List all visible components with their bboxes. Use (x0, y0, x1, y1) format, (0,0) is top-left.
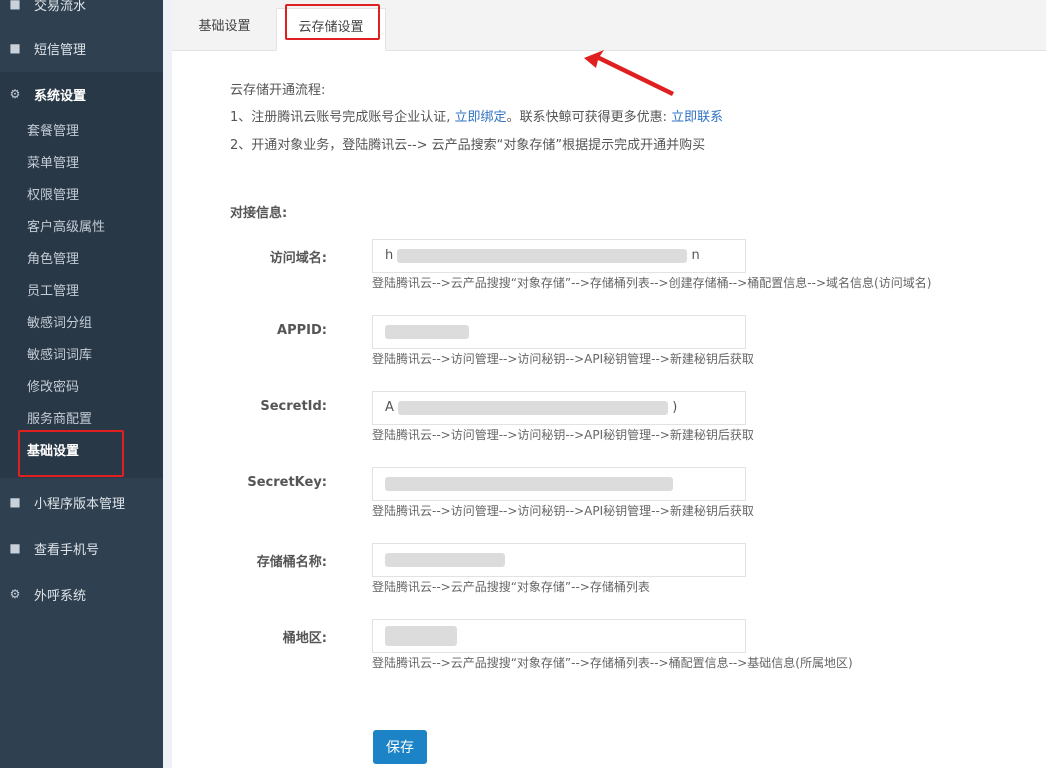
submenu-item-sensitive-words[interactable]: 敏感词词库 (27, 345, 92, 367)
sidebar-item-miniprogram-versions[interactable]: ■ 小程序版本管理 (0, 480, 163, 524)
submenu-item-packages[interactable]: 套餐管理 (27, 121, 79, 143)
field-label-appid: APPID: (277, 323, 327, 338)
submenu-system-settings: 套餐管理 菜单管理 权限管理 客户高级属性 角色管理 员工管理 敏感词分组 敏感… (0, 116, 163, 478)
field-label-secretid: SecretId: (260, 399, 327, 414)
field-hint-secretid: 登陆腾讯云-->访问管理-->访问秘钥-->API秘钥管理-->新建秘钥后获取 (372, 428, 754, 442)
intro-step-1: 1、注册腾讯云账号完成账号企业认证, 立即绑定。联系快鲸可获得更多优惠: 立即联… (230, 110, 724, 125)
annotation-arrow-icon (584, 50, 674, 96)
secretkey-input[interactable] (372, 467, 746, 501)
gear-icon: ⚙ (9, 87, 21, 101)
sidebar-item-outbound-call[interactable]: ⚙ 外呼系统 (0, 572, 163, 616)
sidebar-item-transactions[interactable]: ■ 交易流水 (0, 0, 163, 26)
section-title: 对接信息: (230, 206, 288, 221)
field-label-bucket-name: 存储桶名称: (256, 555, 327, 570)
book-icon: ■ (9, 541, 21, 555)
highlight-box-basic-settings (18, 430, 124, 477)
appid-input[interactable] (372, 315, 746, 349)
domain-input[interactable]: h n (372, 239, 746, 273)
submenu-item-menus[interactable]: 菜单管理 (27, 153, 79, 175)
field-label-secretkey: SecretKey: (247, 475, 327, 490)
intro-title: 云存储开通流程: (230, 83, 326, 98)
main-content: 基础设置 云存储设置 云存储开通流程: 1、注册腾讯云账号完成账号企业认证, 立… (172, 0, 1046, 768)
field-hint-bucket-name: 登陆腾讯云-->云产品搜搜“对象存储”-->存储桶列表 (372, 580, 650, 594)
field-hint-bucket-region: 登陆腾讯云-->云产品搜搜“对象存储”-->存储桶列表-->桶配置信息-->基础… (372, 656, 853, 670)
tab-basic-settings[interactable]: 基础设置 (182, 8, 267, 51)
intro-step-2: 2、开通对象业务，登陆腾讯云--> 云产品搜索“对象存储”根据提示完成开通并购买 (230, 138, 706, 153)
sidebar-item-label: 查看手机号 (34, 542, 100, 558)
sidebar-item-label: 外呼系统 (34, 588, 87, 604)
gear-icon: ⚙ (9, 587, 21, 601)
sidebar: ■ 交易流水 ■ 短信管理 ⚙ 系统设置 套餐管理 菜单管理 权限管理 客户高级… (0, 0, 163, 768)
book-icon: ■ (9, 495, 21, 509)
sidebar-item-label: 交易流水 (34, 0, 87, 14)
secretid-input[interactable]: A ) (372, 391, 746, 425)
sidebar-item-label: 小程序版本管理 (34, 496, 126, 512)
highlight-box-cloud-storage-tab (285, 4, 380, 40)
field-label-bucket-region: 桶地区: (282, 631, 327, 646)
book-icon: ■ (9, 41, 21, 55)
submenu-item-staff[interactable]: 员工管理 (27, 281, 79, 303)
bucket-name-input[interactable] (372, 543, 746, 577)
field-hint-appid: 登陆腾讯云-->访问管理-->访问秘钥-->API秘钥管理-->新建秘钥后获取 (372, 352, 754, 366)
submenu-item-provider-config[interactable]: 服务商配置 (27, 409, 92, 431)
submenu-item-change-password[interactable]: 修改密码 (27, 377, 79, 399)
sidebar-item-system-settings[interactable]: ⚙ 系统设置 (0, 72, 163, 116)
contact-now-link[interactable]: 立即联系 (671, 110, 723, 125)
field-hint-domain: 登陆腾讯云-->云产品搜搜“对象存储”-->存储桶列表-->创建存储桶-->桶配… (372, 276, 932, 290)
submenu-item-customer-attributes[interactable]: 客户高级属性 (27, 217, 105, 239)
sidebar-item-view-phone[interactable]: ■ 查看手机号 (0, 526, 163, 570)
sidebar-item-label: 短信管理 (34, 42, 87, 58)
sidebar-item-sms[interactable]: ■ 短信管理 (0, 26, 163, 70)
field-label-domain: 访问域名: (269, 251, 327, 266)
bucket-region-input[interactable] (372, 619, 746, 653)
sidebar-item-label: 系统设置 (34, 88, 87, 104)
field-hint-secretkey: 登陆腾讯云-->访问管理-->访问秘钥-->API秘钥管理-->新建秘钥后获取 (372, 504, 754, 518)
bind-now-link[interactable]: 立即绑定 (455, 110, 507, 125)
book-icon: ■ (9, 0, 21, 11)
save-button[interactable]: 保存 (373, 730, 427, 764)
submenu-item-roles[interactable]: 角色管理 (27, 249, 79, 271)
submenu-item-permissions[interactable]: 权限管理 (27, 185, 79, 207)
submenu-item-sensitive-groups[interactable]: 敏感词分组 (27, 313, 92, 335)
